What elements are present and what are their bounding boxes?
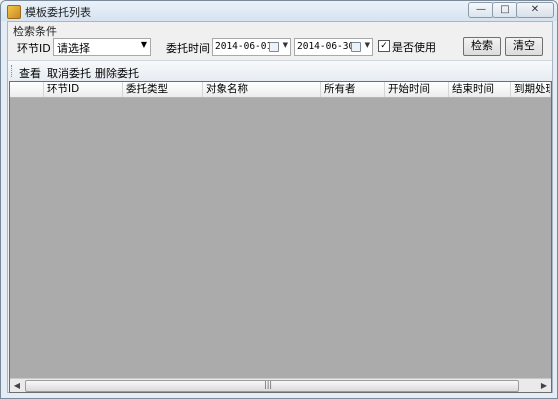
enabled-label: 是否使用: [392, 41, 436, 54]
delete-delegation-button[interactable]: 删除委托: [95, 65, 139, 81]
toolbar-grip[interactable]: [11, 65, 14, 77]
date-to-value: 2014-06-30: [297, 41, 355, 52]
column-header[interactable]: 所有者: [321, 82, 385, 97]
client-area: 检索条件 环节ID 请选择 ▼ 委托时间 2014-06-01 ▼ 2014-0…: [7, 21, 553, 393]
title-bar: 模板委托列表 — □ ✕: [1, 1, 557, 21]
row-header-corner: [10, 82, 44, 97]
chevron-down-icon[interactable]: ▼: [365, 41, 370, 49]
maximize-button[interactable]: □: [492, 2, 518, 18]
column-header[interactable]: 到期处理: [511, 82, 551, 97]
enabled-checkbox[interactable]: ✓: [378, 40, 390, 52]
scroll-thumb[interactable]: |||: [25, 380, 519, 392]
chevron-down-icon[interactable]: ▼: [283, 41, 288, 49]
column-header[interactable]: 委托类型: [123, 82, 203, 97]
search-button[interactable]: 检索: [463, 37, 501, 56]
search-group-title: 检索条件: [13, 25, 57, 38]
data-grid[interactable]: 环节ID 委托类型 对象名称 所有者 开始时间 结束时间 到期处理 ◀ ||| …: [9, 81, 552, 393]
grid-header: 环节ID 委托类型 对象名称 所有者 开始时间 结束时间 到期处理: [10, 82, 551, 98]
scroll-grip-icon: |||: [264, 380, 273, 389]
scroll-left-icon[interactable]: ◀: [10, 379, 24, 392]
link-id-value: 请选择: [57, 42, 90, 55]
window: 模板委托列表 — □ ✕ 检索条件 环节ID 请选择 ▼ 委托时间 2014-0…: [0, 0, 558, 399]
column-header[interactable]: 结束时间: [449, 82, 511, 97]
cancel-delegation-button[interactable]: 取消委托: [47, 65, 91, 81]
link-id-select[interactable]: 请选择 ▼: [53, 38, 151, 56]
column-header[interactable]: 环节ID: [44, 82, 123, 97]
horizontal-scrollbar[interactable]: ◀ ||| ▶: [10, 378, 551, 392]
date-to-picker[interactable]: 2014-06-30 ▼: [294, 38, 373, 56]
time-label: 委托时间: [166, 42, 210, 55]
scroll-right-icon[interactable]: ▶: [537, 379, 551, 392]
column-header[interactable]: 对象名称: [203, 82, 321, 97]
toolbar: 查看 取消委托 删除委托: [8, 60, 552, 81]
app-icon: [7, 5, 21, 19]
view-button[interactable]: 查看: [19, 65, 41, 81]
date-from-picker[interactable]: 2014-06-01 ▼: [212, 38, 291, 56]
date-from-value: 2014-06-01: [215, 41, 273, 52]
calendar-icon[interactable]: [269, 42, 279, 52]
column-header[interactable]: 开始时间: [385, 82, 449, 97]
clear-button[interactable]: 清空: [505, 37, 543, 56]
minimize-button[interactable]: —: [468, 2, 494, 18]
chevron-down-icon: ▼: [140, 40, 147, 49]
window-title: 模板委托列表: [25, 6, 91, 19]
calendar-icon[interactable]: [351, 42, 361, 52]
close-button[interactable]: ✕: [516, 2, 554, 18]
link-id-label: 环节ID: [17, 42, 51, 55]
